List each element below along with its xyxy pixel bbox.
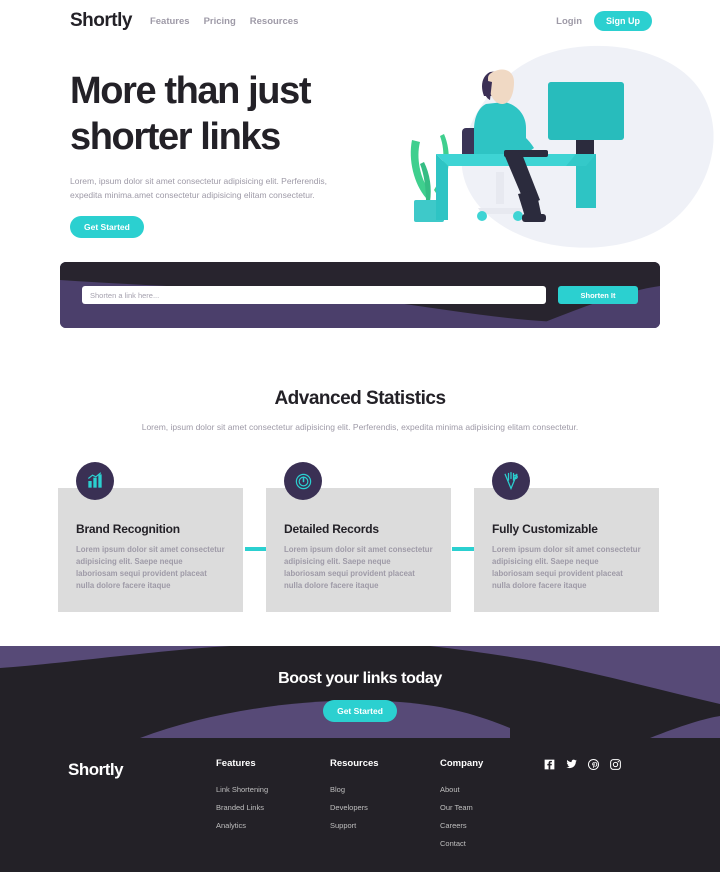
hero-description: Lorem, ipsum dolor sit amet consectetur … [70,176,328,200]
shorten-form: Shorten It [60,262,660,328]
nav-link-resources[interactable]: Resources [250,16,299,27]
boost-section: Boost your links today Get Started [0,646,720,738]
card-title: Fully Customizable [492,522,598,536]
footer-link-developers[interactable]: Developers [330,803,379,812]
nav-link-features[interactable]: Features [150,16,190,27]
hero-get-started-button[interactable]: Get Started [70,216,144,238]
footer-link-about[interactable]: About [440,785,483,794]
pinterest-icon[interactable] [587,758,600,771]
nav-link-pricing[interactable]: Pricing [204,16,236,27]
advanced-statistics-header: Advanced Statistics Lorem, ipsum dolor s… [0,388,720,434]
shorten-link-panel: Shorten It [60,262,660,328]
footer-column-resources: Resources Blog Developers Support [330,758,379,839]
card-body: Lorem ipsum dolor sit amet consectetur a… [284,545,433,590]
hero-title-line-1: More than just [70,70,311,112]
footer-link-careers[interactable]: Careers [440,821,483,830]
login-link[interactable]: Login [556,16,582,27]
hero-text-block: More than just shorter links Lorem, ipsu… [70,68,380,238]
hero-title: More than just shorter links [70,68,380,160]
signup-button[interactable]: Sign Up [594,11,652,31]
stats-title: Advanced Statistics [274,388,446,409]
hero-title-line-2: shorter links [70,116,281,158]
fully-customizable-icon [492,462,530,500]
card-body: Lorem ipsum dolor sit amet consectetur a… [76,545,225,590]
card-body: Lorem ipsum dolor sit amet consectetur a… [492,545,641,590]
footer-link-blog[interactable]: Blog [330,785,379,794]
footer-link-analytics[interactable]: Analytics [216,821,268,830]
instagram-icon[interactable] [609,758,622,771]
boost-title: Boost your links today [278,670,442,687]
stats-description: Lorem, ipsum dolor sit amet consectetur … [141,422,579,432]
twitter-icon[interactable] [565,758,578,771]
footer-column-title: Company [440,758,484,769]
brand-logo[interactable]: Shortly [70,10,132,32]
boost-get-started-button[interactable]: Get Started [323,700,397,722]
footer-column-title: Features [216,758,256,769]
shorten-it-button[interactable]: Shorten It [558,286,638,304]
footer-link-support[interactable]: Support [330,821,379,830]
footer-link-link-shortening[interactable]: Link Shortening [216,785,268,794]
social-links [543,758,622,771]
footer-column-company: Company About Our Team Careers Contact [440,758,483,857]
landing-page: Shortly Features Pricing Resources Login… [0,0,720,872]
footer-link-contact[interactable]: Contact [440,839,483,848]
footer-link-branded-links[interactable]: Branded Links [216,803,268,812]
person-at-desk-illustration [410,45,714,248]
footer-column-title: Resources [330,758,379,769]
footer-column-features: Features Link Shortening Branded Links A… [216,758,268,839]
card-title: Detailed Records [284,522,379,536]
top-navigation: Shortly Features Pricing Resources Login… [0,0,720,42]
feature-cards: Brand Recognition Lorem ipsum dolor sit … [0,462,720,622]
footer-brand-logo[interactable]: Shortly [68,760,124,780]
footer: Shortly Features Link Shortening Branded… [0,738,720,872]
footer-link-our-team[interactable]: Our Team [440,803,483,812]
detailed-records-gauge-icon [284,462,322,500]
hero-section: More than just shorter links Lorem, ipsu… [0,42,720,257]
card-title: Brand Recognition [76,522,180,536]
boost-content: Boost your links today Get Started [0,646,720,738]
feature-card-fully-customizable: Fully Customizable Lorem ipsum dolor sit… [474,462,659,612]
shorten-link-input[interactable] [82,286,546,304]
facebook-icon[interactable] [543,758,556,771]
feature-card-detailed-records: Detailed Records Lorem ipsum dolor sit a… [266,462,451,612]
nav-links: Features Pricing Resources [150,16,298,27]
feature-card-brand-recognition: Brand Recognition Lorem ipsum dolor sit … [58,462,243,612]
nav-actions: Login Sign Up [556,0,652,42]
brand-recognition-icon [76,462,114,500]
